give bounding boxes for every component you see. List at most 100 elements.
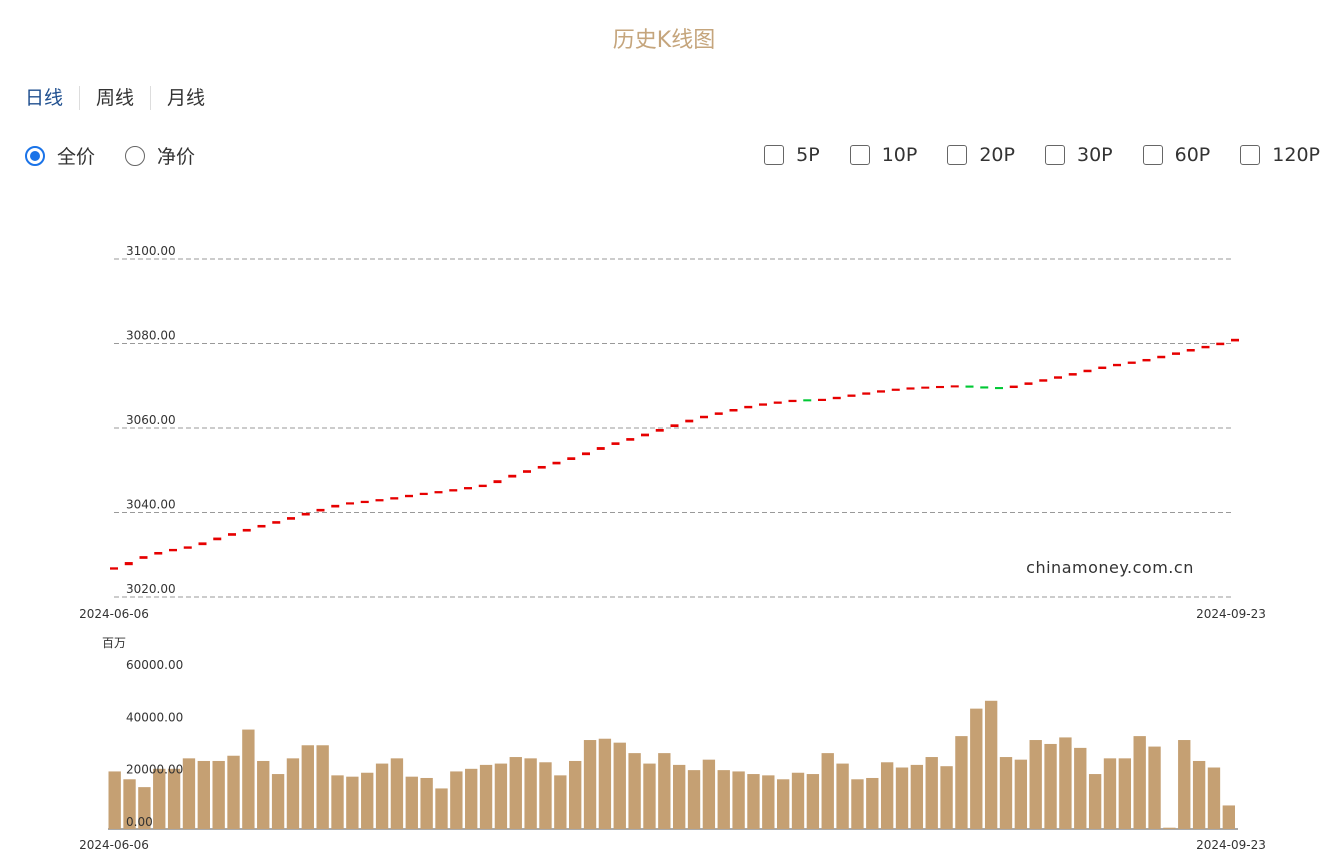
kline-chart[interactable]: 3100.00 3080.00 3060.00 3040.00 3020.00 chin… [0, 0, 1328, 864]
candle [434, 491, 443, 494]
volume-bar [583, 740, 597, 829]
volume-bar [1059, 737, 1072, 829]
candle [493, 480, 502, 484]
volume-bar [673, 764, 686, 829]
volume-bar [1133, 736, 1146, 829]
volume-bar [153, 768, 166, 829]
price-x-start-label: 2024-06-06 [79, 607, 149, 621]
candle [390, 497, 399, 500]
volume-bar [212, 760, 225, 829]
candle [508, 474, 517, 478]
candle [700, 415, 708, 419]
candle [685, 419, 694, 423]
volume-bar [242, 729, 255, 829]
volume-bar [1148, 746, 1161, 829]
candle [596, 447, 605, 450]
volume-bar [301, 745, 314, 829]
volume-bar [999, 757, 1013, 829]
volume-bar [569, 760, 582, 829]
candle [228, 533, 236, 536]
candle [139, 556, 148, 559]
volume-bar [702, 759, 716, 829]
volume-bars [108, 700, 1235, 829]
candle [936, 385, 944, 389]
candle [1039, 379, 1048, 382]
candle [346, 502, 354, 505]
candle [552, 461, 561, 465]
candle [449, 489, 458, 492]
candle [1201, 345, 1210, 349]
volume-bar [984, 700, 998, 829]
candle [287, 517, 295, 520]
candle [626, 438, 635, 441]
price-y-tick-label: 3020.00 [126, 582, 176, 596]
candle [1024, 382, 1033, 385]
candle [582, 452, 590, 456]
candle [1083, 369, 1092, 373]
volume-x-start-label: 2024-06-06 [79, 838, 149, 852]
volume-bar [1207, 767, 1221, 829]
volume-bar [1014, 759, 1028, 829]
volume-bar [880, 762, 894, 829]
volume-bar [598, 738, 612, 829]
volume-bar [836, 763, 849, 829]
candle [995, 387, 1003, 390]
candle [1186, 349, 1195, 352]
candle [803, 399, 812, 402]
candle [257, 524, 266, 528]
volume-bar [361, 772, 374, 829]
candle [655, 428, 664, 432]
candle [832, 396, 841, 400]
volume-bar [465, 768, 478, 829]
candle [301, 512, 310, 516]
candle [242, 528, 251, 532]
price-y-tick-label: 3080.00 [126, 329, 176, 343]
candle [183, 546, 192, 549]
price-grid: 3100.00 3080.00 3060.00 3040.00 3020.00 [114, 244, 1231, 598]
volume-bar [895, 767, 909, 829]
candle [537, 465, 546, 469]
candle [965, 385, 974, 388]
candle [567, 457, 576, 460]
volume-y-tick-label: 20000.00 [126, 763, 183, 777]
candle [1098, 366, 1107, 370]
volume-bar [1178, 740, 1191, 829]
candle [464, 487, 472, 490]
candle [906, 387, 915, 390]
volume-bar [970, 708, 983, 829]
price-y-tick-label: 3040.00 [126, 498, 176, 512]
volume-bar [257, 760, 270, 829]
volume-bar [747, 774, 760, 829]
candle [714, 412, 723, 415]
volume-bar [1074, 747, 1087, 829]
candle [419, 492, 428, 496]
volume-bar [762, 775, 775, 829]
volume-bar [182, 758, 196, 829]
volume-bar [628, 753, 641, 829]
candle [818, 398, 826, 401]
candle [847, 394, 856, 397]
volume-bar [791, 772, 805, 829]
volume-x-end-label: 2024-09-23 [1196, 838, 1266, 852]
volume-bar [687, 770, 701, 829]
candle [1231, 338, 1239, 342]
candle [862, 392, 871, 395]
volume-bar [955, 736, 968, 829]
volume-bar [925, 757, 938, 829]
price-x-end-label: 2024-09-23 [1196, 607, 1266, 621]
candle [611, 442, 620, 445]
volume-bar [851, 779, 864, 829]
candle [950, 385, 959, 388]
candle [1127, 361, 1136, 364]
candle [1142, 358, 1151, 362]
candle [523, 470, 531, 473]
volume-bar [435, 788, 448, 829]
volume-bar [1118, 758, 1132, 829]
candle [744, 405, 753, 409]
candle [331, 504, 340, 508]
volume-bar [494, 763, 508, 829]
volume-bar [227, 755, 240, 829]
volume-bar [1192, 760, 1206, 829]
candle [154, 551, 163, 555]
candle [891, 388, 900, 391]
